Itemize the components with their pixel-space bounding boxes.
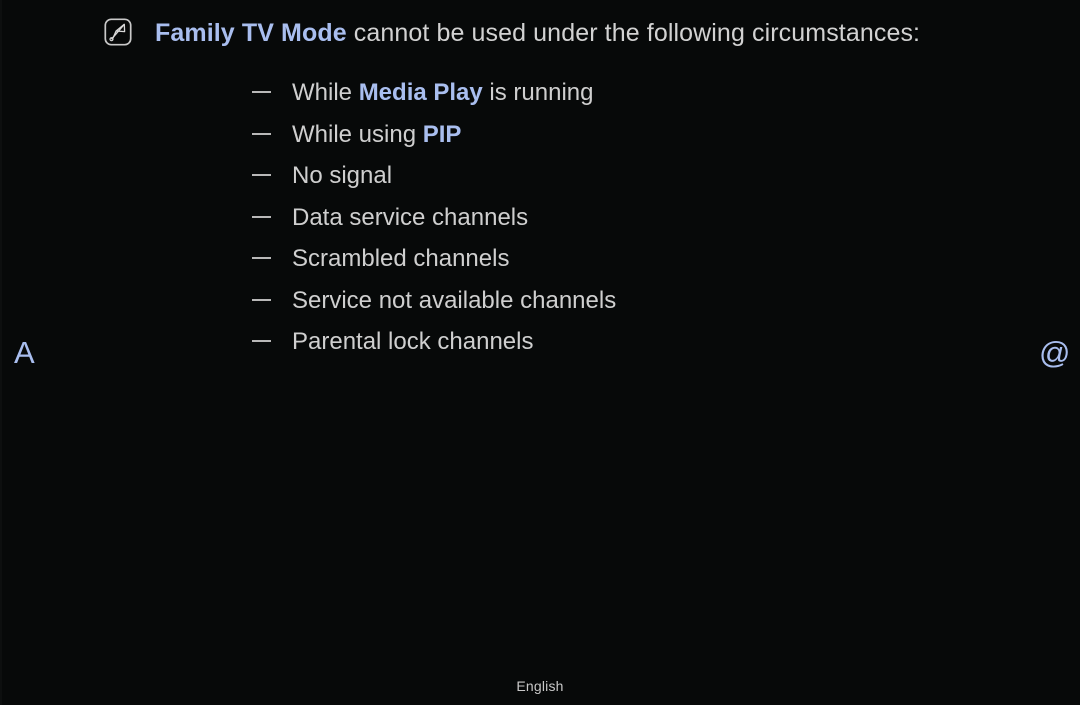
note-heading-row: Family TV Mode cannot be used under the … — [104, 14, 1044, 52]
dash-bullet-icon — [252, 91, 271, 93]
note-condition-list: While Media Play is running While using … — [252, 72, 1052, 363]
list-item: Parental lock channels — [252, 321, 1052, 363]
list-item-prefix: Scrambled channels — [292, 245, 510, 272]
list-item: While using PIP — [252, 114, 1052, 156]
at-symbol-key[interactable]: @ — [1039, 337, 1070, 368]
dash-bullet-icon — [252, 298, 271, 301]
dash-bullet-icon — [252, 132, 271, 135]
list-item-prefix: Service not available channels — [292, 286, 617, 314]
dash-bullet-icon — [252, 257, 271, 259]
note-title-rest: cannot be used under the following circu… — [346, 19, 921, 47]
red-color-key-a[interactable]: A — [14, 337, 35, 368]
note-block: Family TV Mode cannot be used under the … — [104, 14, 1044, 355]
note-title-highlight: Family TV Mode — [155, 19, 347, 47]
dash-bullet-icon — [252, 174, 271, 176]
list-item-prefix: Data service channels — [292, 203, 529, 231]
list-item: Scrambled channels — [252, 238, 1052, 280]
note-title: Family TV Mode cannot be used under the … — [155, 14, 920, 52]
list-item-prefix: Parental lock channels — [292, 328, 534, 355]
list-item-prefix: While using — [292, 120, 423, 148]
panel-left-edge — [0, 0, 2, 705]
list-item-suffix: is running — [482, 79, 594, 106]
dash-bullet-icon — [252, 215, 271, 218]
list-item: While Media Play is running — [252, 72, 1052, 114]
list-item-highlight: PIP — [422, 120, 462, 148]
list-item-prefix: While — [292, 79, 359, 106]
note-pencil-icon — [104, 18, 132, 46]
list-item-highlight: Media Play — [358, 79, 483, 106]
list-item: Data service channels — [252, 197, 1052, 239]
list-item-prefix: No signal — [292, 162, 393, 189]
emanual-screen: Family TV Mode cannot be used under the … — [0, 0, 1080, 705]
list-item: Service not available channels — [252, 280, 1052, 322]
dash-bullet-icon — [252, 340, 271, 342]
footer-language-label[interactable]: English — [0, 678, 1080, 694]
list-item: No signal — [252, 155, 1052, 197]
